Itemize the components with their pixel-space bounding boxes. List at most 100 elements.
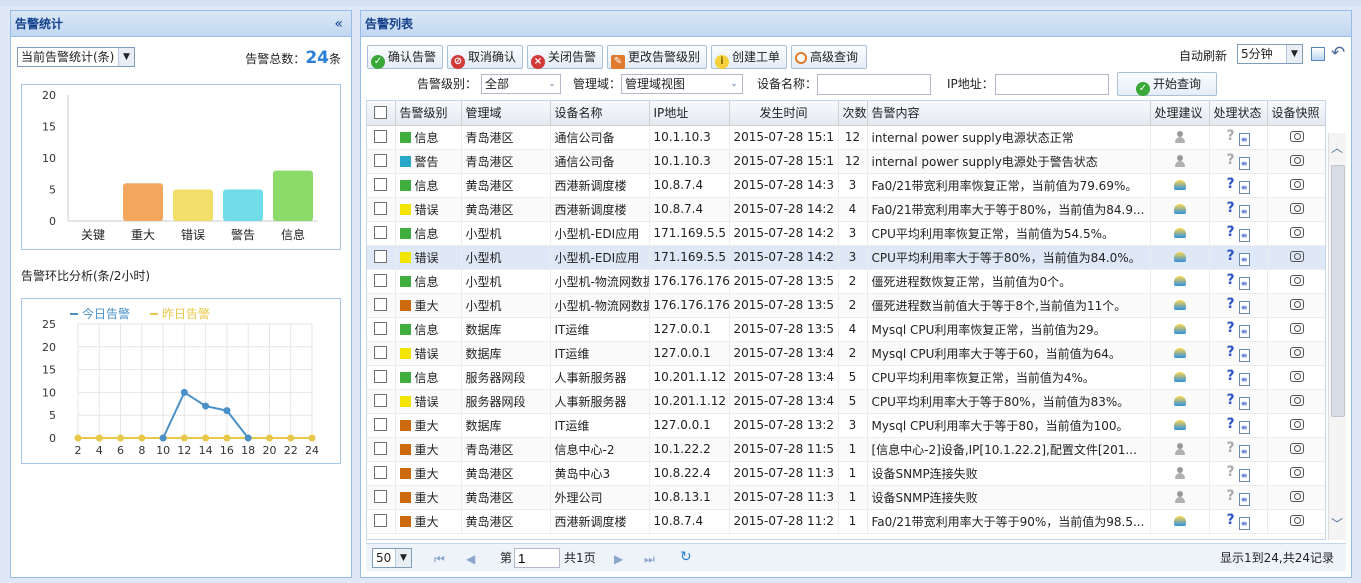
table-row[interactable]: 重大 黄岛港区 黄岛中心3 10.8.22.4 2015-07-28 11:3 1 设备SN… (367, 461, 1325, 486)
camera-icon[interactable] (1290, 395, 1304, 406)
lightbulb-icon[interactable] (1173, 204, 1186, 214)
col-header-suggestion[interactable]: 处理建议 (1150, 101, 1210, 126)
row-checkbox[interactable] (367, 317, 396, 342)
help-icon[interactable]: ? (1226, 464, 1234, 480)
person-icon[interactable] (1174, 131, 1185, 143)
first-page-icon[interactable]: ⏮ (434, 552, 445, 567)
help-icon[interactable]: ? (1226, 176, 1234, 192)
table-row[interactable]: 错误 服务器网段 人事新服务器 10.201.1.12 2015-07-28 13:4 5… (367, 389, 1325, 414)
document-icon[interactable]: ≡ (1238, 421, 1250, 434)
table-row[interactable]: 重大 青岛港区 信息中心-2 10.1.22.2 2015-07-28 11:5 1 [信息… (367, 437, 1325, 462)
help-icon[interactable]: ? (1226, 272, 1234, 288)
lightbulb-icon[interactable] (1173, 276, 1186, 286)
create-ticket-button[interactable]: i 创建工单 (711, 45, 787, 69)
document-icon[interactable]: ≡ (1238, 517, 1250, 530)
document-icon[interactable]: ≡ (1238, 157, 1250, 170)
camera-icon[interactable] (1290, 227, 1304, 238)
lightbulb-icon[interactable] (1173, 180, 1186, 190)
level-filter-select[interactable]: 全部 ⌄ (481, 74, 561, 94)
table-row[interactable]: 重大 黄岛港区 西港新调度楼 10.8.7.4 2015-07-28 11:2 1 Fa0/… (367, 509, 1325, 534)
document-icon[interactable]: ≡ (1238, 493, 1250, 506)
document-icon[interactable]: ≡ (1238, 277, 1250, 290)
page-number-input[interactable] (514, 548, 560, 568)
help-icon[interactable]: ? (1226, 488, 1234, 504)
lightbulb-icon[interactable] (1173, 324, 1186, 334)
person-icon[interactable] (1174, 443, 1185, 455)
lightbulb-icon[interactable] (1173, 348, 1186, 358)
lightbulb-icon[interactable] (1173, 228, 1186, 238)
camera-icon[interactable] (1290, 155, 1304, 166)
table-scrollbar[interactable]: ︿ ﹀ (1328, 133, 1346, 540)
camera-icon[interactable] (1290, 179, 1304, 190)
table-row[interactable]: 信息 服务器网段 人事新服务器 10.201.1.12 2015-07-28 13:4 5… (367, 365, 1325, 390)
document-icon[interactable]: ≡ (1238, 325, 1250, 338)
table-row[interactable]: 警告 青岛港区 通信公司备 10.1.10.3 2015-07-28 15:1 12 int… (367, 149, 1325, 174)
start-search-button[interactable]: ✓ 开始查询 (1117, 72, 1217, 96)
back-icon[interactable]: ↶ (1331, 43, 1345, 63)
col-header-snapshot[interactable]: 设备快照 (1267, 101, 1325, 126)
cancel-confirm-button[interactable]: ⊘ 取消确认 (447, 45, 523, 69)
document-icon[interactable]: ≡ (1238, 253, 1250, 266)
lightbulb-icon[interactable] (1173, 420, 1186, 430)
help-icon[interactable]: ? (1226, 416, 1234, 432)
camera-icon[interactable] (1290, 131, 1304, 142)
device-name-input[interactable] (817, 74, 931, 95)
document-icon[interactable]: ≡ (1238, 469, 1250, 482)
help-icon[interactable]: ? (1226, 368, 1234, 384)
document-icon[interactable]: ≡ (1238, 445, 1250, 458)
camera-icon[interactable] (1290, 371, 1304, 382)
row-checkbox[interactable] (367, 413, 396, 438)
table-row[interactable]: 重大 黄岛港区 外理公司 10.8.13.1 2015-07-28 11:3 1 设备SNM… (367, 485, 1325, 510)
collapse-icon[interactable]: « (334, 11, 343, 37)
table-row[interactable]: 信息 小型机 小型机-物流网数据 176.176.176 2015-07-28 13:5… (367, 269, 1325, 294)
help-icon[interactable]: ? (1226, 440, 1234, 456)
help-icon[interactable]: ? (1226, 224, 1234, 240)
advanced-search-button[interactable]: 高级查询 (791, 45, 867, 69)
col-header-domain[interactable]: 管理域 (461, 101, 551, 126)
camera-icon[interactable] (1290, 251, 1304, 262)
help-icon[interactable]: ? (1226, 320, 1234, 336)
table-row[interactable]: 重大 小型机 小型机-物流网数据 176.176.176 2015-07-28 13:5… (367, 293, 1325, 318)
lightbulb-icon[interactable] (1173, 300, 1186, 310)
help-icon[interactable]: ? (1226, 248, 1234, 264)
row-checkbox[interactable] (367, 341, 396, 366)
col-header-ip[interactable]: IP地址 (649, 101, 730, 126)
page-size-select[interactable]: 50 ▼ (372, 548, 412, 568)
row-checkbox[interactable] (367, 485, 396, 510)
last-page-icon[interactable]: ⏭ (644, 552, 655, 567)
row-checkbox[interactable] (367, 149, 396, 174)
lightbulb-icon[interactable] (1173, 372, 1186, 382)
domain-filter-select[interactable]: 管理域视图 ⌄ (621, 74, 743, 94)
scroll-down-icon[interactable]: ﹀ (1331, 515, 1343, 532)
export-icon[interactable] (1311, 47, 1325, 61)
camera-icon[interactable] (1290, 515, 1304, 526)
confirm-alarm-button[interactable]: ✓ 确认告警 (367, 45, 443, 69)
scrollbar-thumb[interactable] (1331, 165, 1345, 417)
col-header-status[interactable]: 处理状态 (1209, 101, 1268, 126)
person-icon[interactable] (1174, 491, 1185, 503)
help-icon[interactable]: ? (1226, 296, 1234, 312)
row-checkbox[interactable] (367, 437, 396, 462)
refresh-icon[interactable]: ↻ (680, 549, 692, 565)
row-checkbox[interactable] (367, 221, 396, 246)
col-header-device[interactable]: 设备名称 (550, 101, 650, 126)
auto-refresh-select[interactable]: 5分钟 ▼ (1237, 44, 1303, 64)
person-icon[interactable] (1174, 467, 1185, 479)
lightbulb-icon[interactable] (1173, 396, 1186, 406)
row-checkbox[interactable] (367, 125, 396, 150)
camera-icon[interactable] (1290, 443, 1304, 454)
row-checkbox[interactable] (367, 509, 396, 534)
help-icon[interactable]: ? (1226, 392, 1234, 408)
camera-icon[interactable] (1290, 347, 1304, 358)
table-row[interactable]: 信息 数据库 IT运维 127.0.0.1 2015-07-28 13:5 4 Mysql … (367, 317, 1325, 342)
camera-icon[interactable] (1290, 491, 1304, 502)
scroll-up-icon[interactable]: ︿ (1331, 139, 1343, 156)
document-icon[interactable]: ≡ (1238, 397, 1250, 410)
document-icon[interactable]: ≡ (1238, 133, 1250, 146)
help-icon[interactable]: ? (1226, 152, 1234, 168)
table-row[interactable]: 错误 数据库 IT运维 127.0.0.1 2015-07-28 13:4 2 Mysql … (367, 341, 1325, 366)
col-header-time[interactable]: 发生时间 (729, 101, 839, 126)
row-checkbox[interactable] (367, 389, 396, 414)
camera-icon[interactable] (1290, 299, 1304, 310)
camera-icon[interactable] (1290, 275, 1304, 286)
